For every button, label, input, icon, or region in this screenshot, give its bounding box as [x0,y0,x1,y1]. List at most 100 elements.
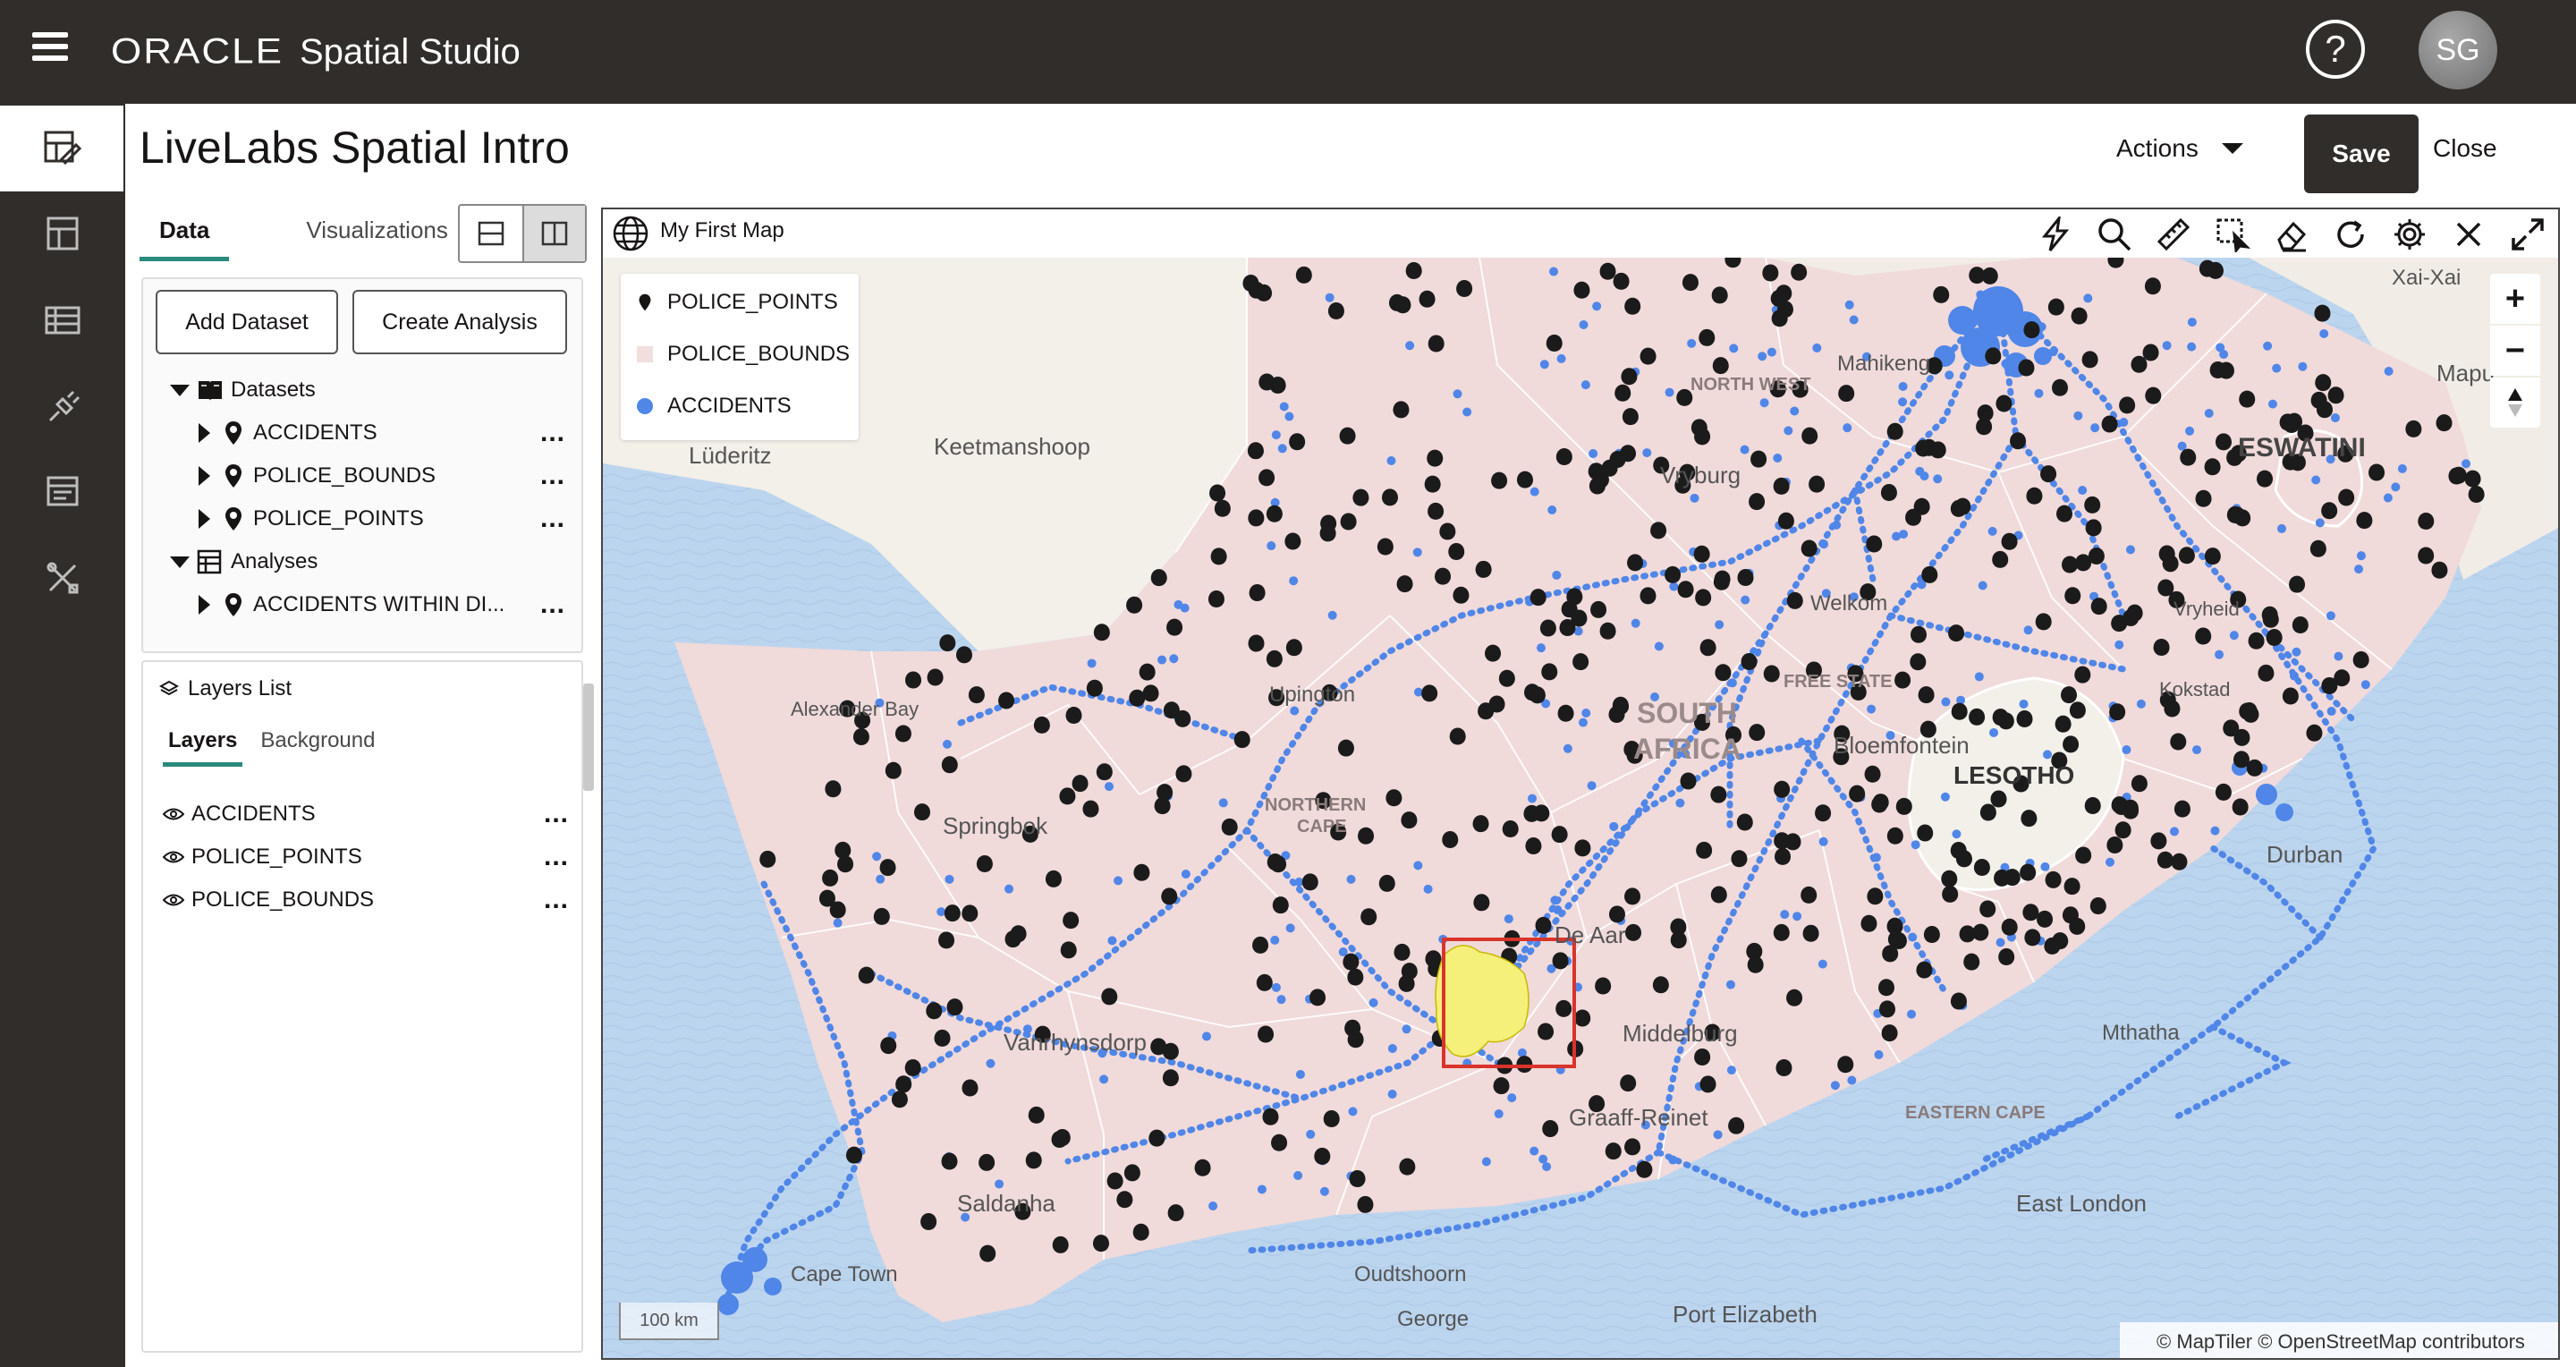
vertical-split-button[interactable] [521,206,585,261]
police-point-pin [1242,275,1259,293]
police-point-pin [1327,302,1344,320]
police-point-pin [913,803,930,821]
expand-icon[interactable] [2510,217,2546,252]
tab-visualizations[interactable]: Visualizations [286,211,468,261]
select-region-icon[interactable] [2215,217,2250,252]
police-point-pin [1401,963,1418,981]
police-point-pin [2232,798,2249,816]
zoom-out-button[interactable]: − [2490,326,2540,376]
police-point-pin [2023,321,2040,339]
police-point-pin [1252,936,1269,954]
eye-icon[interactable] [163,893,184,907]
nav-jobs[interactable] [0,449,125,535]
eye-icon[interactable] [163,807,184,821]
accident-point [2397,463,2407,473]
layer-item-police-points[interactable]: POLICE_POINTS [163,839,362,875]
accident-point [2383,493,2393,503]
map-attribution[interactable]: © MapTiler © OpenStreetMap contributors [2120,1322,2558,1358]
tab-layers[interactable]: Layers [163,725,243,767]
police-point-pin [1625,923,1642,941]
police-point-pin [1551,826,1568,844]
accident-point [1550,896,1560,905]
police-point-pin [1981,267,1998,284]
police-point-pin [1059,787,1076,805]
police-point-pin [2215,783,2232,801]
police-point-pin [1424,475,1441,493]
accident-point [1201,1032,1211,1041]
compass-reset-button[interactable] [2490,378,2540,428]
dataset-item-police-bounds[interactable]: POLICE_BOUNDS [199,458,436,494]
police-point-pin [1394,943,1411,961]
police-point-pin [1773,477,1790,495]
eraser-icon[interactable] [2274,217,2309,252]
accident-point [2019,699,2029,709]
police-point-pin [1063,912,1080,930]
search-icon[interactable] [2097,217,2132,252]
create-analysis-button[interactable]: Create Analysis [352,290,567,354]
hamburger-menu-icon[interactable] [32,32,68,64]
legend-item-police-bounds: POLICE_BOUNDS [637,342,850,367]
more-options-icon[interactable]: ... [544,801,569,828]
police-point-pin [1614,384,1631,402]
horizontal-split-button[interactable] [460,206,522,261]
close-button[interactable]: Close [2433,134,2497,163]
map-canvas[interactable]: Keetmanshoop Lüderitz Alexander Bay Upin… [603,258,2560,1360]
police-point-pin [2090,598,2107,616]
ruler-icon[interactable] [2156,217,2191,252]
nav-datasets[interactable] [0,277,125,363]
more-options-icon[interactable]: ... [540,591,565,618]
accident-point [2048,347,2058,357]
police-point-pin [1574,1009,1591,1027]
map-legend: POLICE_POINTS POLICE_BOUNDS ACCIDENTS [621,274,859,440]
nav-tools[interactable] [0,535,125,621]
panel-splitter-handle[interactable] [583,684,594,791]
place-label: Graaff-Reinet [1569,1104,1708,1131]
more-options-icon[interactable]: ... [540,463,565,489]
dataset-item-accidents[interactable]: ACCIDENTS [199,415,377,451]
nav-connections[interactable] [0,363,125,449]
actions-label: Actions [2116,134,2199,162]
accident-point [1169,654,1179,664]
nav-project-edit[interactable] [0,106,123,191]
more-options-icon[interactable]: ... [540,420,565,446]
gear-icon[interactable] [2392,217,2428,252]
nav-dashboard[interactable] [0,191,125,277]
more-options-icon[interactable]: ... [540,505,565,532]
close-icon[interactable] [2451,217,2487,252]
more-options-icon[interactable]: ... [544,844,569,870]
analysis-item[interactable]: ACCIDENTS WITHIN DI... [199,587,504,623]
analyses-group[interactable]: Analyses [170,544,318,580]
tab-data[interactable]: Data [140,211,230,261]
tab-background[interactable]: Background [255,725,380,767]
police-point-pin [1337,739,1354,757]
dataset-item-police-points[interactable]: POLICE_POINTS [199,501,424,537]
accident-point [1494,1109,1504,1119]
save-button[interactable]: Save [2304,115,2419,193]
eye-icon[interactable] [163,850,184,864]
more-options-icon[interactable]: ... [544,887,569,913]
datasets-group[interactable]: Datasets [170,372,316,408]
accident-point [1780,910,1790,920]
map-visualization[interactable]: My First Map Keetmanshoop Lüderitz Alexa… [601,208,2560,1360]
actions-menu[interactable]: Actions [2116,134,2243,163]
lightning-icon[interactable] [2038,217,2073,252]
expand-right-icon [199,509,210,529]
police-point-pin [1385,789,1402,807]
layer-item-accidents[interactable]: ACCIDENTS [163,796,316,832]
police-point-pin [1559,618,1576,636]
user-avatar[interactable]: SG [2419,11,2497,89]
help-icon[interactable]: ? [2306,20,2365,79]
add-dataset-button[interactable]: Add Dataset [156,290,338,354]
zoom-in-button[interactable]: + [2490,274,2540,324]
police-point-pin [1086,679,1103,697]
police-point-pin [1377,538,1394,556]
police-point-pin [1866,535,1883,553]
police-point-pin [1394,296,1411,314]
accident-point [1387,1089,1397,1099]
refresh-icon[interactable] [2333,217,2368,252]
accident-point [2106,857,2115,867]
police-point-pin [1950,992,1967,1010]
layer-item-police-bounds[interactable]: POLICE_BOUNDS [163,882,374,918]
police-point-pin [1923,925,1940,943]
police-point-pin [1916,961,1933,979]
